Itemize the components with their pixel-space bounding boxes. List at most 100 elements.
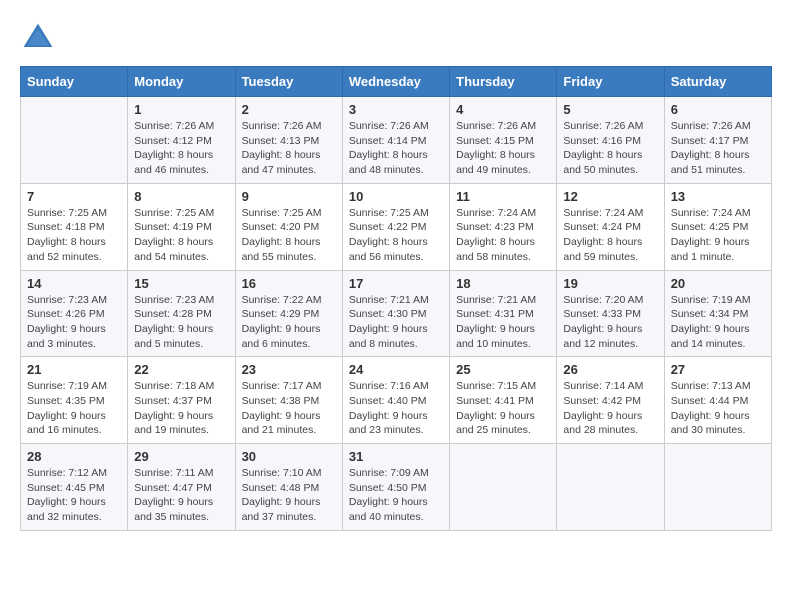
day-cell-10: 10 Sunrise: 7:25 AM Sunset: 4:22 PM Dayli…: [342, 183, 449, 270]
logo: [20, 20, 60, 56]
day-info: Sunrise: 7:26 AM Sunset: 4:16 PM Dayligh…: [563, 119, 657, 178]
day-info: Sunrise: 7:19 AM Sunset: 4:34 PM Dayligh…: [671, 293, 765, 352]
day-number: 15: [134, 276, 228, 291]
day-info: Sunrise: 7:25 AM Sunset: 4:22 PM Dayligh…: [349, 206, 443, 265]
day-cell-4: 4 Sunrise: 7:26 AM Sunset: 4:15 PM Daylig…: [450, 97, 557, 184]
day-info: Sunrise: 7:19 AM Sunset: 4:35 PM Dayligh…: [27, 379, 121, 438]
day-cell-12: 12Sunrise: 7:24 AM Sunset: 4:24 PM Dayli…: [557, 183, 664, 270]
day-cell-1: 1Sunrise: 7:26 AM Sunset: 4:12 PM Daylig…: [128, 97, 235, 184]
day-info: Sunrise: 7:11 AM Sunset: 4:47 PM Dayligh…: [134, 466, 228, 525]
day-cell-28: 28 Sunrise: 7:12 AM Sunset: 4:45 PM Dayli…: [21, 444, 128, 531]
day-number: 22: [134, 362, 228, 377]
day-cell-8: 8 Sunrise: 7:25 AM Sunset: 4:19 PM Daylig…: [128, 183, 235, 270]
week-row-1: 1Sunrise: 7:26 AM Sunset: 4:12 PM Daylig…: [21, 97, 772, 184]
day-info: Sunrise: 7:22 AM Sunset: 4:29 PM Dayligh…: [242, 293, 336, 352]
day-number: 29: [134, 449, 228, 464]
day-number: 20: [671, 276, 765, 291]
day-number: 3: [349, 102, 443, 117]
day-number: 25: [456, 362, 550, 377]
day-info: Sunrise: 7:26 AM Sunset: 4:15 PM Dayligh…: [456, 119, 550, 178]
day-cell-16: 16Sunrise: 7:22 AM Sunset: 4:29 PM Dayli…: [235, 270, 342, 357]
day-cell-30: 30Sunrise: 7:10 AM Sunset: 4:48 PM Dayli…: [235, 444, 342, 531]
page-header: [20, 20, 772, 56]
day-info: Sunrise: 7:26 AM Sunset: 4:17 PM Dayligh…: [671, 119, 765, 178]
calendar-header: SundayMondayTuesdayWednesdayThursdayFrid…: [21, 67, 772, 97]
empty-cell: [557, 444, 664, 531]
day-info: Sunrise: 7:25 AM Sunset: 4:20 PM Dayligh…: [242, 206, 336, 265]
empty-cell: [664, 444, 771, 531]
day-info: Sunrise: 7:21 AM Sunset: 4:30 PM Dayligh…: [349, 293, 443, 352]
day-info: Sunrise: 7:09 AM Sunset: 4:50 PM Dayligh…: [349, 466, 443, 525]
col-header-wednesday: Wednesday: [342, 67, 449, 97]
day-info: Sunrise: 7:13 AM Sunset: 4:44 PM Dayligh…: [671, 379, 765, 438]
week-row-5: 28 Sunrise: 7:12 AM Sunset: 4:45 PM Dayli…: [21, 444, 772, 531]
empty-cell: [450, 444, 557, 531]
day-cell-18: 18Sunrise: 7:21 AM Sunset: 4:31 PM Dayli…: [450, 270, 557, 357]
week-row-4: 21 Sunrise: 7:19 AM Sunset: 4:35 PM Dayli…: [21, 357, 772, 444]
day-cell-15: 15 Sunrise: 7:23 AM Sunset: 4:28 PM Dayli…: [128, 270, 235, 357]
col-header-tuesday: Tuesday: [235, 67, 342, 97]
col-header-monday: Monday: [128, 67, 235, 97]
day-number: 2: [242, 102, 336, 117]
day-info: Sunrise: 7:14 AM Sunset: 4:42 PM Dayligh…: [563, 379, 657, 438]
day-number: 14: [27, 276, 121, 291]
day-number: 13: [671, 189, 765, 204]
day-cell-31: 31Sunrise: 7:09 AM Sunset: 4:50 PM Dayli…: [342, 444, 449, 531]
day-number: 4: [456, 102, 550, 117]
day-number: 12: [563, 189, 657, 204]
day-number: 26: [563, 362, 657, 377]
day-info: Sunrise: 7:24 AM Sunset: 4:23 PM Dayligh…: [456, 206, 550, 265]
day-cell-3: 3Sunrise: 7:26 AM Sunset: 4:14 PM Daylig…: [342, 97, 449, 184]
day-cell-9: 9Sunrise: 7:25 AM Sunset: 4:20 PM Daylig…: [235, 183, 342, 270]
day-info: Sunrise: 7:23 AM Sunset: 4:26 PM Dayligh…: [27, 293, 121, 352]
day-number: 8: [134, 189, 228, 204]
day-info: Sunrise: 7:15 AM Sunset: 4:41 PM Dayligh…: [456, 379, 550, 438]
col-header-friday: Friday: [557, 67, 664, 97]
day-info: Sunrise: 7:16 AM Sunset: 4:40 PM Dayligh…: [349, 379, 443, 438]
day-info: Sunrise: 7:18 AM Sunset: 4:37 PM Dayligh…: [134, 379, 228, 438]
day-info: Sunrise: 7:25 AM Sunset: 4:19 PM Dayligh…: [134, 206, 228, 265]
day-cell-19: 19Sunrise: 7:20 AM Sunset: 4:33 PM Dayli…: [557, 270, 664, 357]
day-number: 21: [27, 362, 121, 377]
day-cell-13: 13 Sunrise: 7:24 AM Sunset: 4:25 PM Dayli…: [664, 183, 771, 270]
day-info: Sunrise: 7:10 AM Sunset: 4:48 PM Dayligh…: [242, 466, 336, 525]
day-cell-2: 2 Sunrise: 7:26 AM Sunset: 4:13 PM Daylig…: [235, 97, 342, 184]
day-info: Sunrise: 7:26 AM Sunset: 4:13 PM Dayligh…: [242, 119, 336, 178]
day-number: 27: [671, 362, 765, 377]
day-number: 17: [349, 276, 443, 291]
day-number: 19: [563, 276, 657, 291]
day-info: Sunrise: 7:23 AM Sunset: 4:28 PM Dayligh…: [134, 293, 228, 352]
day-cell-25: 25 Sunrise: 7:15 AM Sunset: 4:41 PM Dayli…: [450, 357, 557, 444]
day-number: 5: [563, 102, 657, 117]
day-cell-5: 5 Sunrise: 7:26 AM Sunset: 4:16 PM Daylig…: [557, 97, 664, 184]
col-header-thursday: Thursday: [450, 67, 557, 97]
col-header-saturday: Saturday: [664, 67, 771, 97]
day-info: Sunrise: 7:21 AM Sunset: 4:31 PM Dayligh…: [456, 293, 550, 352]
day-cell-6: 6 Sunrise: 7:26 AM Sunset: 4:17 PM Daylig…: [664, 97, 771, 184]
day-number: 6: [671, 102, 765, 117]
day-info: Sunrise: 7:12 AM Sunset: 4:45 PM Dayligh…: [27, 466, 121, 525]
week-row-2: 7 Sunrise: 7:25 AM Sunset: 4:18 PM Daylig…: [21, 183, 772, 270]
day-number: 11: [456, 189, 550, 204]
day-cell-23: 23Sunrise: 7:17 AM Sunset: 4:38 PM Dayli…: [235, 357, 342, 444]
calendar-table: SundayMondayTuesdayWednesdayThursdayFrid…: [20, 66, 772, 531]
day-cell-24: 24 Sunrise: 7:16 AM Sunset: 4:40 PM Dayli…: [342, 357, 449, 444]
day-number: 28: [27, 449, 121, 464]
day-info: Sunrise: 7:25 AM Sunset: 4:18 PM Dayligh…: [27, 206, 121, 265]
day-info: Sunrise: 7:24 AM Sunset: 4:25 PM Dayligh…: [671, 206, 765, 265]
empty-cell: [21, 97, 128, 184]
day-cell-26: 26 Sunrise: 7:14 AM Sunset: 4:42 PM Dayli…: [557, 357, 664, 444]
day-cell-22: 22 Sunrise: 7:18 AM Sunset: 4:37 PM Dayli…: [128, 357, 235, 444]
day-cell-7: 7 Sunrise: 7:25 AM Sunset: 4:18 PM Daylig…: [21, 183, 128, 270]
day-number: 23: [242, 362, 336, 377]
day-cell-21: 21 Sunrise: 7:19 AM Sunset: 4:35 PM Dayli…: [21, 357, 128, 444]
day-cell-11: 11 Sunrise: 7:24 AM Sunset: 4:23 PM Dayli…: [450, 183, 557, 270]
day-number: 7: [27, 189, 121, 204]
day-cell-14: 14 Sunrise: 7:23 AM Sunset: 4:26 PM Dayli…: [21, 270, 128, 357]
day-cell-27: 27 Sunrise: 7:13 AM Sunset: 4:44 PM Dayli…: [664, 357, 771, 444]
day-number: 10: [349, 189, 443, 204]
day-number: 24: [349, 362, 443, 377]
day-info: Sunrise: 7:26 AM Sunset: 4:12 PM Dayligh…: [134, 119, 228, 178]
day-cell-17: 17 Sunrise: 7:21 AM Sunset: 4:30 PM Dayli…: [342, 270, 449, 357]
day-cell-29: 29 Sunrise: 7:11 AM Sunset: 4:47 PM Dayli…: [128, 444, 235, 531]
